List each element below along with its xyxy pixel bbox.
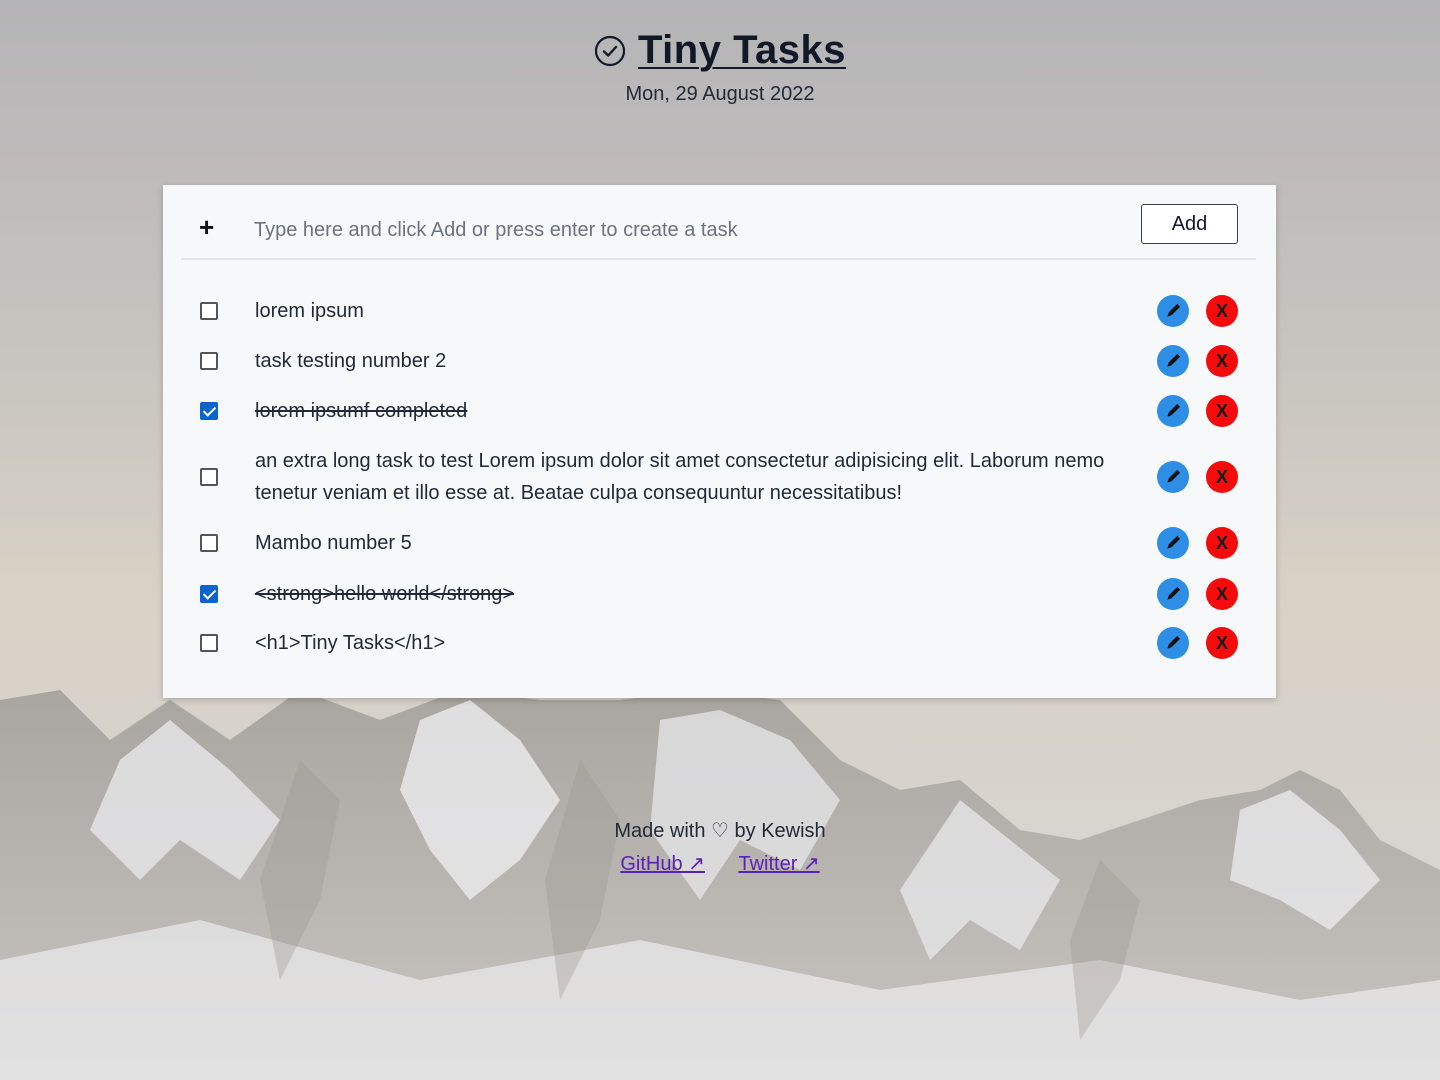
pencil-icon (1167, 403, 1181, 417)
edit-task-button[interactable] (1157, 395, 1189, 427)
new-task-input[interactable] (254, 207, 1102, 253)
pencil-icon (1167, 353, 1181, 367)
current-date: Mon, 29 August 2022 (625, 83, 815, 105)
delete-task-button[interactable]: X (1206, 295, 1238, 327)
edit-task-button[interactable] (1157, 345, 1189, 377)
task-text: lorem ipsum (255, 300, 364, 322)
task-checkbox[interactable] (200, 402, 218, 420)
task-checkbox[interactable] (200, 468, 218, 486)
task-composer: + Add (181, 203, 1256, 260)
task-card: + Add lorem ipsum Xtask testing number 2 X… (163, 185, 1276, 698)
edit-task-button[interactable] (1157, 527, 1189, 559)
app-title[interactable]: Tiny Tasks (638, 28, 846, 73)
pencil-icon (1167, 303, 1181, 317)
edit-task-button[interactable] (1157, 295, 1189, 327)
footer-links: GitHub ↗ Twitter ↗ (0, 851, 1440, 876)
title-row: Tiny Tasks (594, 28, 846, 73)
add-task-button[interactable]: Add (1141, 204, 1238, 244)
twitter-link[interactable]: Twitter ↗ (738, 853, 819, 875)
made-with-text: Made with ♡ by Kewish (614, 820, 826, 842)
edit-task-button[interactable] (1157, 461, 1189, 493)
task-checkbox[interactable] (200, 585, 218, 603)
task-checkbox[interactable] (200, 634, 218, 652)
pencil-icon (1167, 586, 1181, 600)
pencil-icon (1167, 635, 1181, 649)
task-checkbox[interactable] (200, 302, 218, 320)
app-header: Tiny Tasks Mon, 29 August 2022 (0, 28, 1440, 106)
delete-task-button[interactable]: X (1206, 578, 1238, 610)
plus-icon: + (199, 212, 215, 242)
delete-task-button[interactable]: X (1206, 627, 1238, 659)
footer: Made with ♡ by Kewish GitHub ↗ Twitter ↗ (0, 818, 1440, 876)
edit-task-button[interactable] (1157, 578, 1189, 610)
pencil-icon (1167, 535, 1181, 549)
delete-task-button[interactable]: X (1206, 345, 1238, 377)
task-text: lorem ipsumf completed (255, 400, 468, 422)
delete-task-button[interactable]: X (1206, 395, 1238, 427)
task-text: task testing number 2 (255, 350, 447, 372)
task-text: Mambo number 5 (255, 532, 412, 554)
github-link[interactable]: GitHub ↗ (620, 853, 705, 875)
delete-task-button[interactable]: X (1206, 461, 1238, 493)
task-checkbox[interactable] (200, 534, 218, 552)
check-circle-icon (594, 35, 626, 66)
task-text: an extra long task to test Lorem ipsum d… (255, 450, 1105, 504)
task-text: <strong>hello world</strong> (255, 583, 515, 605)
task-checkbox[interactable] (200, 352, 218, 370)
delete-task-button[interactable]: X (1206, 527, 1238, 559)
edit-task-button[interactable] (1157, 627, 1189, 659)
pencil-icon (1167, 469, 1181, 483)
task-text: <h1>Tiny Tasks</h1> (255, 632, 446, 654)
